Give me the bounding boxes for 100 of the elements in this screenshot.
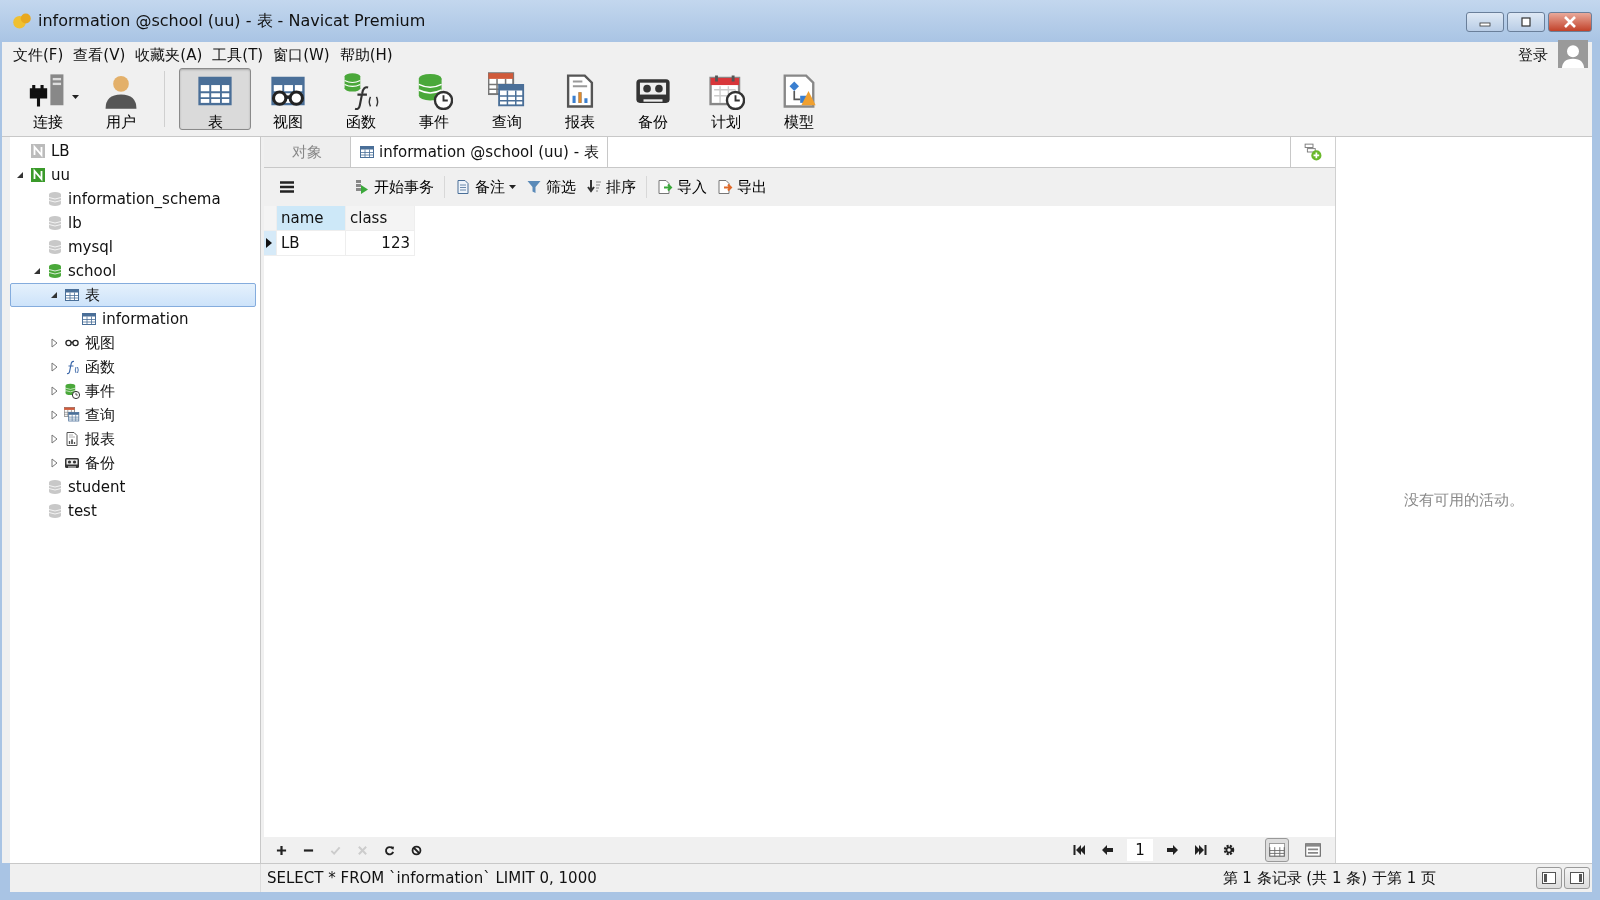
- table-icon: [359, 144, 375, 160]
- tree-item[interactable]: 函数: [10, 355, 256, 379]
- cassette-icon: [64, 455, 80, 471]
- collapsed-arrow-icon: [50, 458, 58, 468]
- page-number[interactable]: 1: [1127, 839, 1153, 861]
- first-page-button[interactable]: [1071, 842, 1087, 858]
- minimize-button[interactable]: [1466, 12, 1504, 32]
- previous-page-icon: [1101, 844, 1113, 856]
- menu-item[interactable]: 窗口(W): [268, 43, 335, 67]
- tree-item[interactable]: school: [10, 259, 256, 283]
- grid-view-icon: [1268, 841, 1286, 859]
- connection-icon: [30, 167, 46, 183]
- database-icon: [47, 503, 63, 519]
- database-icon: [47, 239, 63, 255]
- expanded-arrow-icon: [50, 291, 58, 299]
- report-icon: [64, 431, 80, 447]
- tree-item[interactable]: 报表: [10, 427, 256, 451]
- tree-item[interactable]: 表: [10, 283, 256, 307]
- expanded-arrow-icon: [33, 267, 41, 275]
- export-icon: [717, 179, 733, 195]
- current-row-icon: [266, 238, 272, 248]
- close-button[interactable]: [1548, 12, 1592, 32]
- connection-icon: [30, 143, 46, 159]
- toolbar-button[interactable]: 模型: [763, 68, 835, 130]
- avatar-icon: [1558, 40, 1588, 70]
- next-page-icon: [1167, 844, 1179, 856]
- toolbar-button[interactable]: 备注: [451, 175, 520, 199]
- right-panel-icon: [1570, 872, 1584, 884]
- menu-item[interactable]: 查看(V): [68, 43, 131, 67]
- toolbar-button[interactable]: 排序: [582, 175, 640, 199]
- tree-item[interactable]: lb: [10, 211, 256, 235]
- login-link[interactable]: 登录: [1518, 45, 1548, 65]
- toolbar-button[interactable]: 表: [179, 68, 251, 130]
- toolbar-button[interactable]: 视图: [252, 68, 324, 130]
- database-icon: [47, 479, 63, 495]
- record-count: 第 1 条记录 (共 1 条) 于第 1 页: [1222, 868, 1436, 888]
- tree-item[interactable]: LB: [10, 139, 256, 163]
- toolbar-button[interactable]: 事件: [398, 68, 470, 130]
- menu-item[interactable]: 文件(F): [8, 43, 69, 67]
- app-logo-icon: [12, 11, 32, 31]
- add-tab-icon: [1304, 143, 1322, 161]
- import-icon: [657, 179, 673, 195]
- tree-item[interactable]: information_schema: [10, 187, 256, 211]
- function-icon: [342, 72, 380, 110]
- sort-icon: [586, 179, 602, 195]
- toolbar-button[interactable]: 备份: [617, 68, 689, 130]
- tree-item[interactable]: 视图: [10, 331, 256, 355]
- tree-item[interactable]: 事件: [10, 379, 256, 403]
- table-cell: 123: [345, 230, 415, 256]
- tree-item[interactable]: uu: [10, 163, 256, 187]
- toolbar-button[interactable]: 函数: [325, 68, 397, 130]
- plus-icon: [276, 844, 287, 856]
- tree-item[interactable]: test: [10, 499, 256, 523]
- form-view-icon: [1304, 841, 1322, 859]
- toolbar-button[interactable]: 筛选: [522, 175, 580, 199]
- left-panel-icon: [1542, 872, 1556, 884]
- window-title: information @school (uu) - 表 - Navicat Premium: [38, 10, 427, 32]
- menu-item[interactable]: 工具(T): [207, 43, 269, 67]
- collapsed-arrow-icon: [50, 410, 58, 420]
- maximize-icon: [1520, 17, 1532, 27]
- toolbar-button[interactable]: 计划: [690, 68, 762, 130]
- toolbar-button[interactable]: 报表: [544, 68, 616, 130]
- toolbar-button[interactable]: 查询: [471, 68, 543, 130]
- sql-query: SELECT * FROM `information` LIMIT 0, 1000: [266, 869, 598, 887]
- toolbar-button[interactable]: 用户: [85, 68, 157, 130]
- left-panel-button[interactable]: [1536, 867, 1562, 889]
- tree-item[interactable]: information: [10, 307, 256, 331]
- next-page-button[interactable]: [1165, 842, 1181, 858]
- menu-icon: [280, 181, 294, 193]
- close-icon: [1563, 16, 1577, 28]
- column-header[interactable]: class: [345, 206, 415, 231]
- tree-item[interactable]: mysql: [10, 235, 256, 259]
- tree-item[interactable]: 备份: [10, 451, 256, 475]
- right-panel-button[interactable]: [1564, 867, 1590, 889]
- toolbar-button[interactable]: 导出: [713, 175, 771, 199]
- expanded-arrow-icon: [16, 171, 24, 179]
- view-mode-button[interactable]: [1265, 838, 1289, 862]
- collapsed-arrow-icon: [50, 386, 58, 396]
- menu-item[interactable]: 收藏夹(A): [130, 43, 208, 67]
- column-header[interactable]: name: [276, 206, 346, 231]
- tree-item[interactable]: student: [10, 475, 256, 499]
- table-icon: [64, 287, 80, 303]
- first-page-icon: [1073, 844, 1085, 856]
- toolbar-button[interactable]: 导入: [653, 175, 711, 199]
- cross-icon: [357, 844, 368, 856]
- filter-icon: [526, 179, 542, 195]
- settings-button[interactable]: [1221, 842, 1237, 858]
- toolbar-button[interactable]: 开始事务: [350, 175, 438, 199]
- last-page-icon: [1195, 844, 1207, 856]
- last-page-button[interactable]: [1193, 842, 1209, 858]
- collapsed-arrow-icon: [50, 362, 58, 372]
- tree-item[interactable]: 查询: [10, 403, 256, 427]
- clock-icon: [64, 383, 80, 399]
- toolbar-button[interactable]: 连接: [12, 68, 84, 130]
- maximize-button[interactable]: [1507, 12, 1545, 32]
- settings-icon: [1223, 844, 1235, 856]
- menu-item[interactable]: 帮助(H): [334, 43, 398, 67]
- collapsed-arrow-icon: [50, 434, 58, 444]
- empty-activity-message: 没有可用的活动。: [1404, 490, 1524, 510]
- database-icon: [47, 263, 63, 279]
